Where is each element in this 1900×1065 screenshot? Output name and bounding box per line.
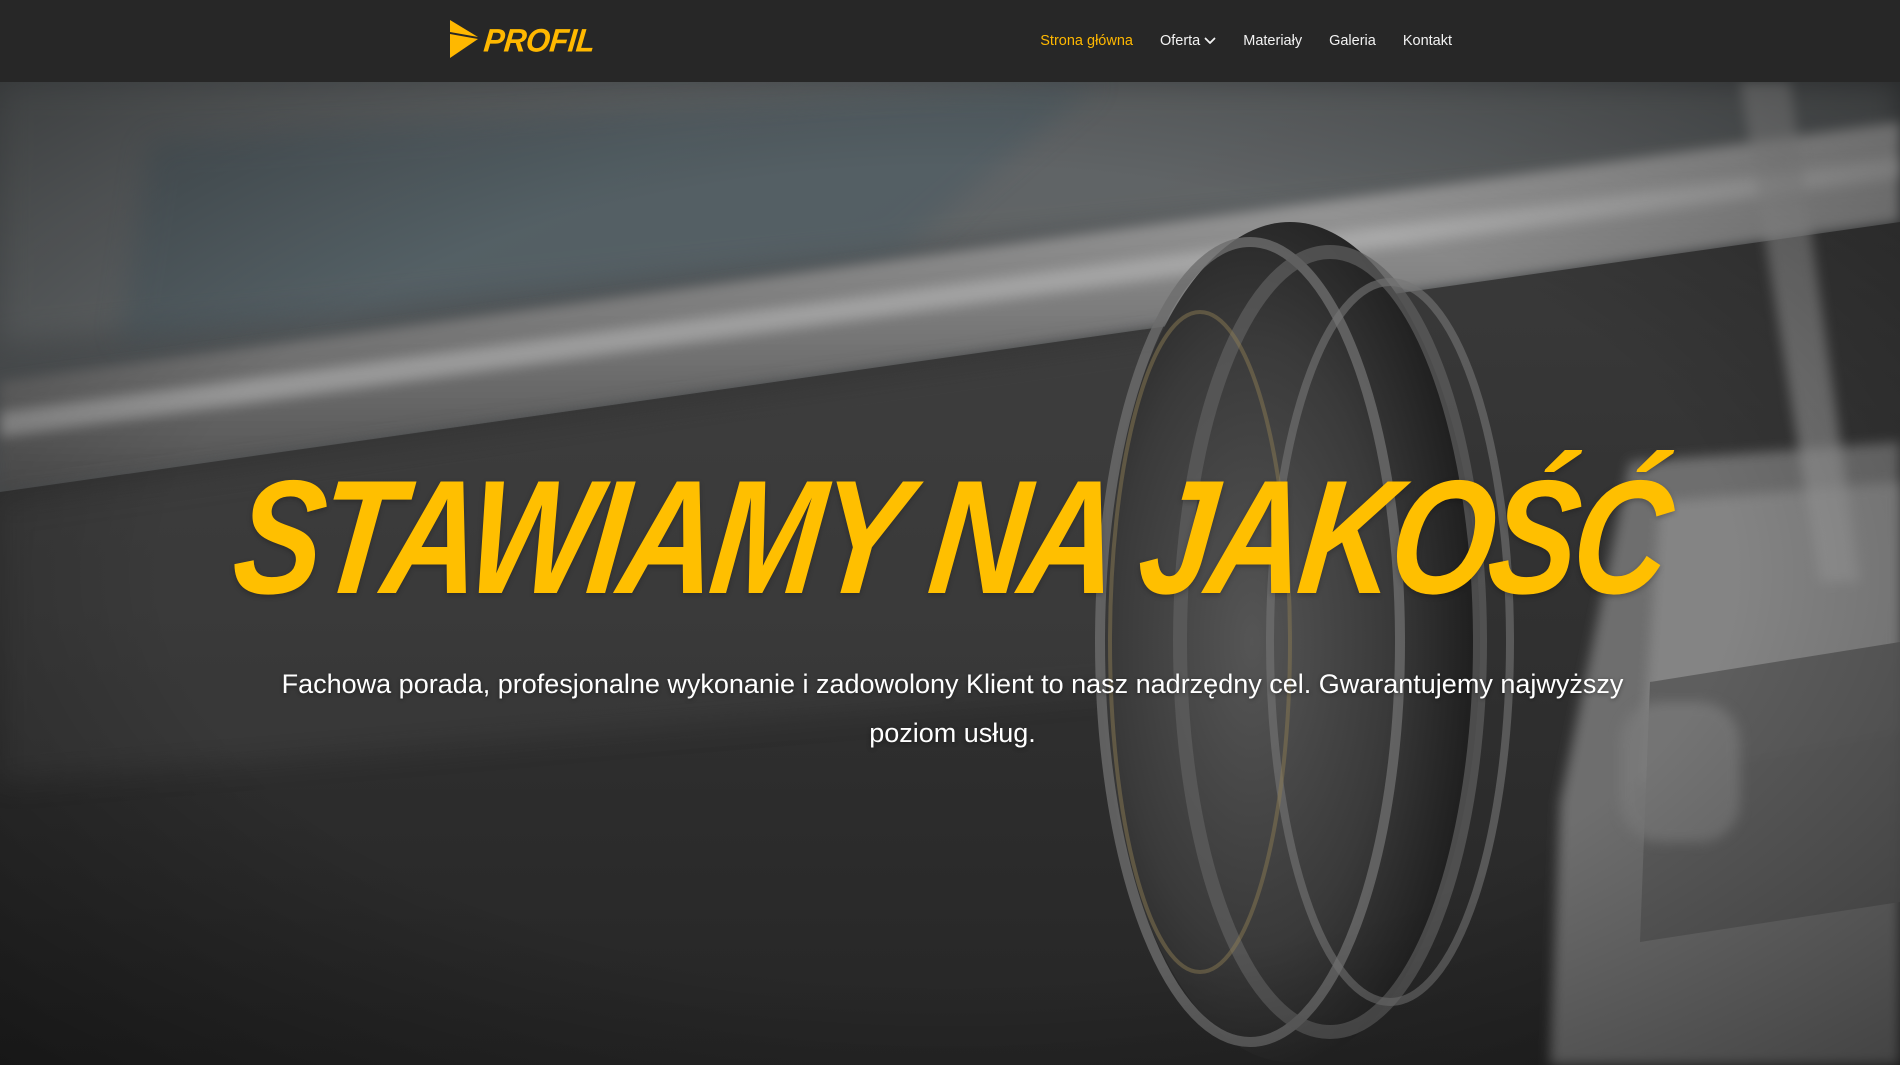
nav-item-gallery[interactable]: Galeria: [1329, 33, 1376, 49]
nav-item-offer[interactable]: Oferta: [1160, 33, 1216, 49]
chevron-down-icon: [1204, 37, 1216, 44]
header-bar: PROFIL Strona główna Oferta Materiały Ga…: [0, 0, 1900, 82]
page: STAWIAMY NA JAKOŚĆ Fachowa porada, profe…: [0, 0, 1900, 1065]
nav-item-label: Oferta: [1159, 33, 1201, 49]
nav-item-label: Kontakt: [1402, 33, 1452, 49]
nav-item-home[interactable]: Strona główna: [1040, 33, 1133, 49]
nav-item-contact[interactable]: Kontakt: [1403, 33, 1452, 49]
main-navigation: Strona główna Oferta Materiały Galeria K…: [1013, 0, 1452, 82]
hero-headline: STAWIAMY NA JAKOŚĆ: [225, 447, 1676, 628]
nav-item-label: Galeria: [1329, 33, 1376, 49]
hero-subtitle: Fachowa porada, profesjonalne wykonanie …: [281, 669, 1624, 748]
nav-item-label: Strona główna: [1040, 33, 1133, 49]
logo-text: PROFIL: [482, 21, 597, 59]
nav-item-materials[interactable]: Materiały: [1243, 33, 1302, 49]
nav-item-label: Materiały: [1243, 33, 1303, 49]
site-logo[interactable]: PROFIL: [450, 19, 597, 61]
hero-section: STAWIAMY NA JAKOŚĆ Fachowa porada, profe…: [0, 82, 1900, 1065]
logo-triangle-icon: [450, 20, 478, 58]
